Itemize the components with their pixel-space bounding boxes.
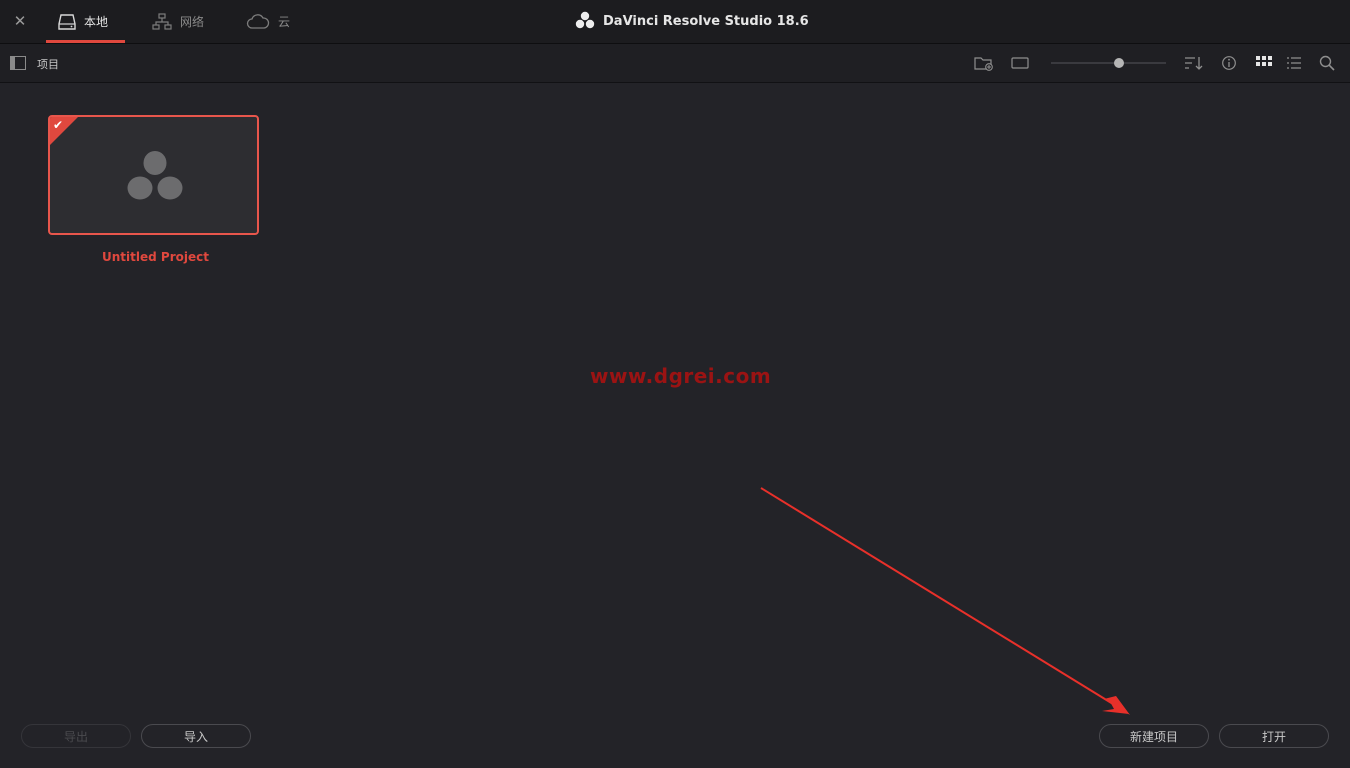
grid-view-icon[interactable] <box>1254 54 1274 72</box>
zoom-slider[interactable] <box>1051 62 1166 64</box>
zoom-slider-knob[interactable] <box>1113 58 1124 68</box>
davinci-logo-icon <box>575 11 595 33</box>
active-tab-indicator <box>46 40 125 43</box>
section-label: 项目 <box>37 58 59 71</box>
watermark-text: www.dgrei.com <box>590 364 772 388</box>
thumbnail-view-icon[interactable] <box>1010 54 1030 72</box>
info-icon[interactable] <box>1219 54 1239 72</box>
drive-icon <box>58 13 76 30</box>
window-title: DaVinci Resolve Studio 18.6 <box>603 14 809 29</box>
import-button[interactable]: 导入 <box>141 724 251 748</box>
tab-local[interactable]: 本地 <box>58 0 108 43</box>
title-bar: ✕ 本地 网络 云 DaVinci Resolve Studio 18.6 <box>0 0 1350 44</box>
open-button[interactable]: 打开 <box>1219 724 1329 748</box>
project-card[interactable]: ✔ <box>48 115 259 235</box>
app-title: DaVinci Resolve Studio 18.6 <box>575 0 809 43</box>
tab-label: 云 <box>278 15 291 29</box>
cloud-icon <box>246 13 270 30</box>
close-icon[interactable]: ✕ <box>12 12 28 30</box>
sort-icon[interactable] <box>1184 54 1204 72</box>
tab-label: 网络 <box>180 15 205 29</box>
tab-cloud[interactable]: 云 <box>246 0 290 43</box>
sidebar-toggle-icon[interactable] <box>8 54 28 72</box>
checkmark-icon: ✔ <box>53 118 64 132</box>
tab-label: 本地 <box>84 15 109 29</box>
new-folder-icon[interactable] <box>974 54 994 72</box>
tab-network[interactable]: 网络 <box>152 0 204 43</box>
new-project-button[interactable]: 新建项目 <box>1099 724 1209 748</box>
davinci-logo-icon <box>127 150 183 206</box>
network-icon <box>152 12 172 31</box>
list-view-icon[interactable] <box>1284 54 1304 72</box>
project-name[interactable]: Untitled Project <box>48 250 263 264</box>
export-button[interactable]: 导出 <box>21 724 131 748</box>
project-toolbar: 项目 <box>0 44 1350 83</box>
search-icon[interactable] <box>1317 54 1337 72</box>
